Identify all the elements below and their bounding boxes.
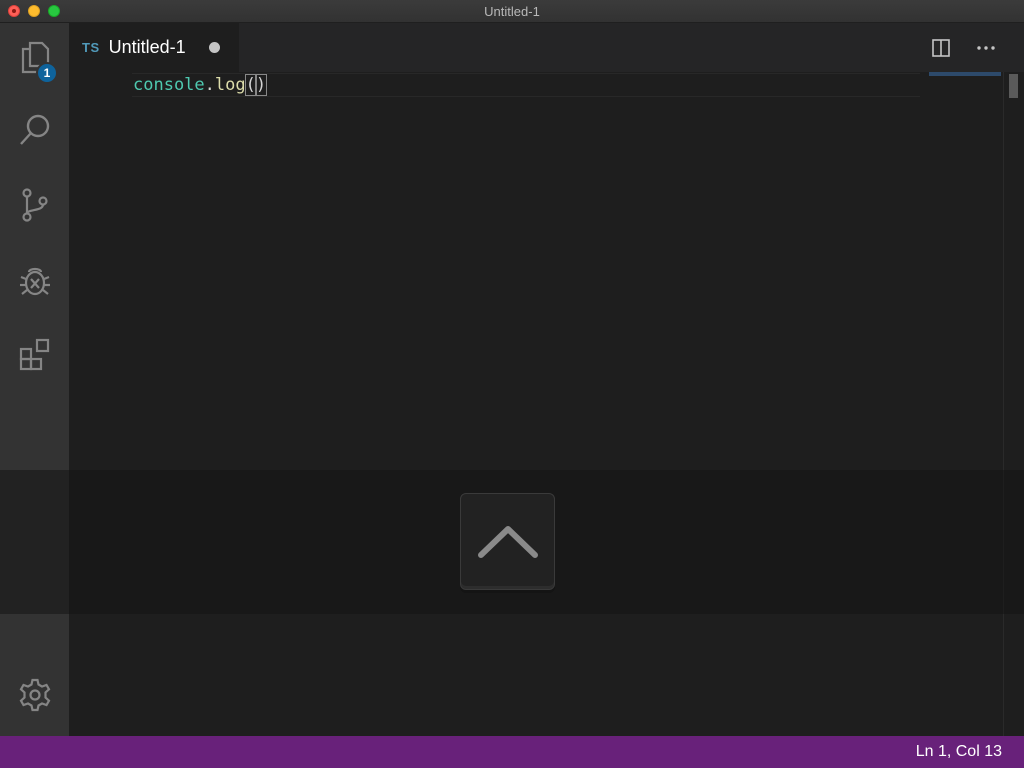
debug-icon (19, 267, 50, 296)
debug-button[interactable] (0, 251, 69, 311)
extensions-button[interactable] (0, 325, 69, 385)
split-editor-icon (932, 39, 950, 57)
token-dot: . (204, 75, 215, 95)
source-control-button[interactable] (0, 175, 69, 235)
split-editor-button[interactable] (928, 35, 954, 61)
explorer-button[interactable]: 1 (0, 27, 69, 87)
typescript-file-icon: TS (82, 40, 100, 55)
more-actions-icon (977, 46, 995, 50)
key-indicator (460, 493, 555, 590)
window-title: Untitled-1 (484, 4, 540, 19)
status-bar: Ln 1, Col 13 (0, 736, 1024, 768)
token-close-paren: ) (254, 74, 268, 96)
cursor-position[interactable]: Ln 1, Col 13 (916, 743, 1002, 761)
title-bar: Untitled-1 (0, 0, 1024, 23)
minimap-slider[interactable] (929, 72, 1001, 76)
unsaved-dot-icon[interactable] (209, 42, 220, 53)
token-log: log (214, 75, 246, 95)
source-control-icon (21, 188, 48, 222)
explorer-badge: 1 (36, 62, 58, 84)
search-icon (19, 114, 49, 145)
activity-bar: 1 (0, 23, 69, 736)
tab-bar: TS Untitled-1 (69, 23, 1024, 72)
up-caret-icon (477, 525, 538, 558)
gear-icon (19, 678, 50, 712)
more-actions-button[interactable] (973, 35, 999, 61)
tab-untitled-1[interactable]: TS Untitled-1 (69, 23, 239, 72)
key-indicator-overlay (0, 470, 1024, 614)
settings-button[interactable] (0, 665, 69, 725)
code-line-1[interactable]: console.log() (133, 74, 268, 96)
scrollbar-thumb[interactable] (1009, 74, 1018, 98)
editor-area[interactable]: console.log() (69, 72, 1024, 736)
search-button[interactable] (0, 100, 69, 160)
extensions-icon (19, 338, 49, 371)
scrollbar-track (1003, 72, 1004, 736)
token-console: console (133, 75, 205, 95)
tab-label: Untitled-1 (108, 37, 186, 57)
